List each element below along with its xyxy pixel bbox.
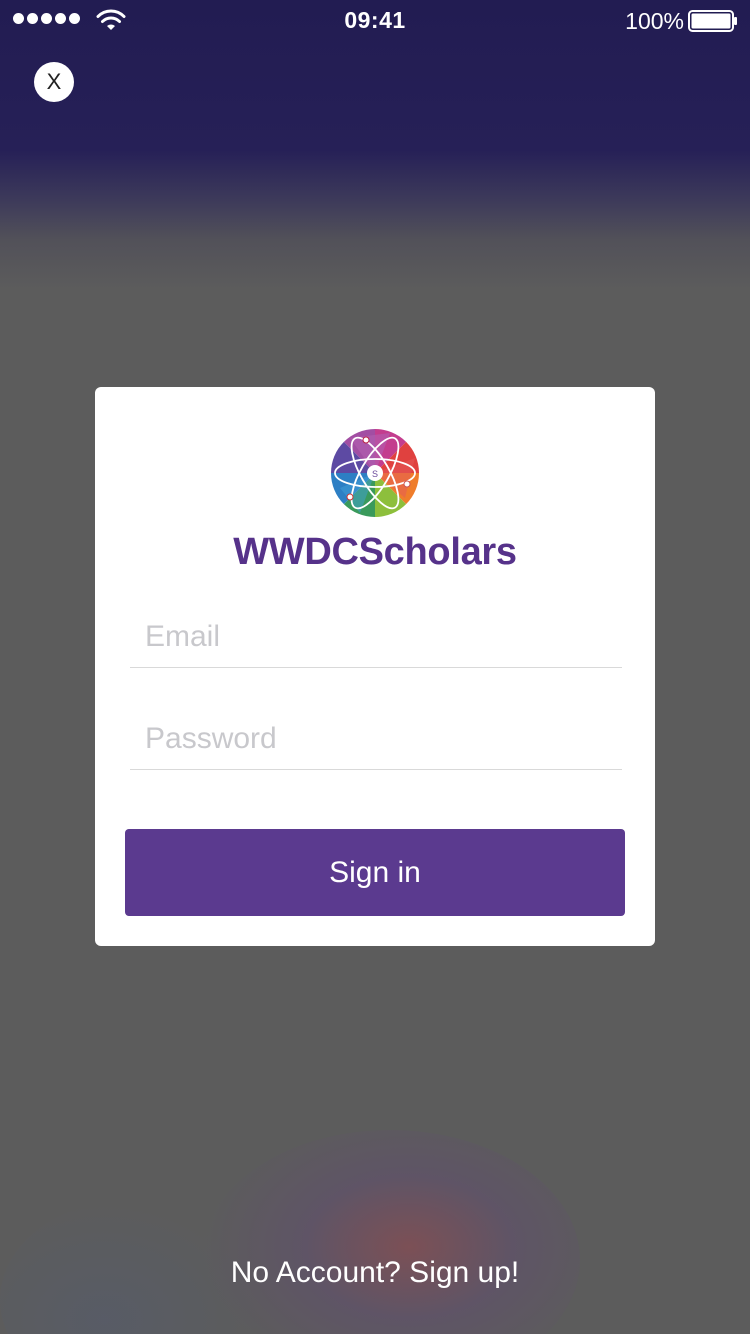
login-screen: 09:41 100% X S WWDCScholars Email Sign i…: [0, 0, 750, 1334]
login-card: S WWDCScholars Sign in: [95, 387, 655, 946]
sign-up-link[interactable]: No Account? Sign up!: [0, 1256, 750, 1290]
battery-percentage: 100%: [625, 8, 684, 34]
svg-text:S: S: [372, 469, 378, 479]
app-title: WWDCScholars: [233, 531, 517, 573]
email-field-container: [130, 607, 622, 668]
email-field[interactable]: [130, 607, 622, 667]
close-icon: X: [46, 69, 62, 94]
close-button[interactable]: X: [34, 62, 74, 102]
status-bar: 09:41 100%: [0, 0, 750, 40]
battery-icon: [688, 10, 737, 32]
header-gradient: [0, 0, 750, 290]
password-field-container: [130, 709, 622, 770]
sign-in-button[interactable]: Sign in: [125, 829, 625, 916]
wwdc-scholars-atom-logo: S: [331, 429, 419, 517]
background-blur: [200, 1130, 580, 1334]
password-field[interactable]: [130, 709, 622, 769]
